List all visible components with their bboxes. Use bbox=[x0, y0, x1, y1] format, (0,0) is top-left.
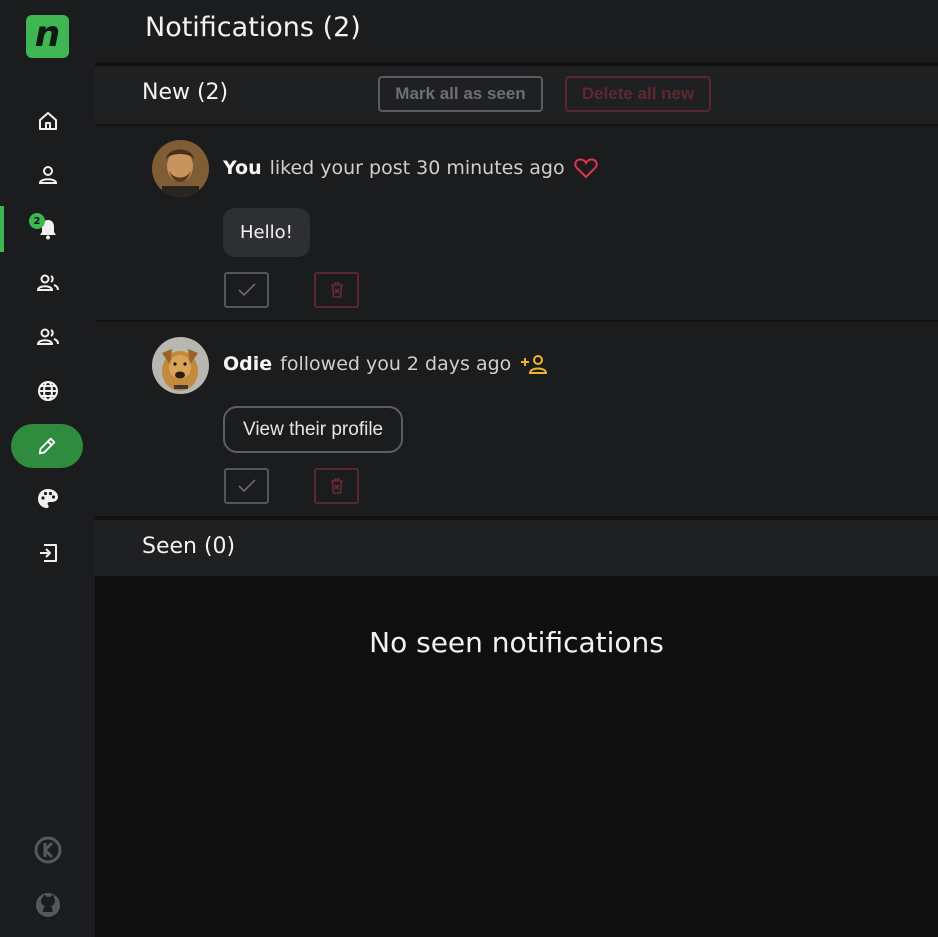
avatar-portrait-image bbox=[152, 140, 209, 197]
view-profile-button[interactable]: View their profile bbox=[223, 406, 404, 453]
github-logo bbox=[35, 893, 60, 917]
notification-count-badge: 2 bbox=[29, 213, 45, 229]
main-content: Notifications (2) New (2) Mark all as se… bbox=[95, 0, 938, 937]
user-icon bbox=[38, 166, 57, 184]
new-section-title: New (2) bbox=[142, 80, 229, 105]
app-logo[interactable]: n bbox=[26, 15, 69, 58]
seen-section-title: Seen (0) bbox=[142, 534, 236, 559]
post-content-chip[interactable]: Hello! bbox=[223, 208, 310, 257]
new-section-header: New (2) Mark all as seen Delete all new bbox=[95, 66, 938, 124]
sidebar-item-explore[interactable] bbox=[0, 368, 95, 414]
sidebar: n 2 bbox=[0, 0, 95, 937]
sidebar-item-followers[interactable] bbox=[0, 260, 95, 306]
github-icon[interactable] bbox=[0, 888, 95, 922]
notification-user[interactable]: You bbox=[223, 157, 262, 179]
sidebar-item-home[interactable] bbox=[0, 98, 95, 144]
kofi-icon[interactable] bbox=[0, 833, 95, 867]
mark-all-seen-button[interactable]: Mark all as seen bbox=[378, 76, 543, 112]
avatar-dog-image bbox=[152, 337, 209, 394]
check-icon bbox=[237, 479, 256, 493]
sidebar-item-following[interactable] bbox=[0, 314, 95, 360]
trash-icon bbox=[330, 478, 343, 494]
empty-seen-message: No seen notifications bbox=[369, 626, 664, 659]
avatar[interactable] bbox=[152, 140, 209, 197]
page-header: Notifications (2) bbox=[95, 0, 938, 64]
notification-user[interactable]: Odie bbox=[223, 353, 272, 375]
seen-section-header: Seen (0) bbox=[95, 518, 938, 576]
palette-icon bbox=[37, 489, 58, 508]
heart-icon bbox=[573, 157, 598, 179]
avatar[interactable] bbox=[152, 337, 209, 394]
sidebar-item-theme[interactable] bbox=[0, 476, 95, 522]
globe-icon bbox=[37, 381, 58, 401]
sidebar-item-write[interactable] bbox=[11, 424, 83, 468]
page-title: Notifications (2) bbox=[145, 12, 361, 43]
delete-notification-button[interactable] bbox=[314, 272, 359, 308]
notification-text: liked your post 30 minutes ago bbox=[269, 157, 565, 179]
sidebar-item-profile[interactable] bbox=[0, 152, 95, 198]
notification-line: You liked your post 30 minutes ago bbox=[223, 157, 598, 179]
delete-notification-button[interactable] bbox=[314, 468, 359, 504]
notification-line: Odie followed you 2 days ago bbox=[223, 353, 548, 375]
trash-icon bbox=[330, 282, 343, 298]
delete-all-new-button[interactable]: Delete all new bbox=[565, 76, 711, 112]
mark-seen-button[interactable] bbox=[224, 272, 269, 308]
person-add-icon bbox=[520, 353, 548, 375]
notification-text: followed you 2 days ago bbox=[280, 353, 512, 375]
check-icon bbox=[237, 283, 256, 297]
notification-item: Odie followed you 2 days ago View their … bbox=[95, 320, 938, 516]
people-icon bbox=[36, 274, 59, 291]
home-icon bbox=[38, 112, 57, 130]
logout-icon bbox=[39, 544, 57, 562]
logo-letter: n bbox=[34, 13, 61, 55]
kofi-logo bbox=[34, 836, 61, 864]
people-icon bbox=[36, 328, 59, 345]
notification-item: You liked your post 30 minutes ago Hello… bbox=[95, 124, 938, 320]
sidebar-item-notifications[interactable]: 2 bbox=[0, 206, 95, 252]
mark-seen-button[interactable] bbox=[224, 468, 269, 504]
sidebar-item-logout[interactable] bbox=[0, 530, 95, 576]
pencil-icon bbox=[38, 437, 56, 455]
